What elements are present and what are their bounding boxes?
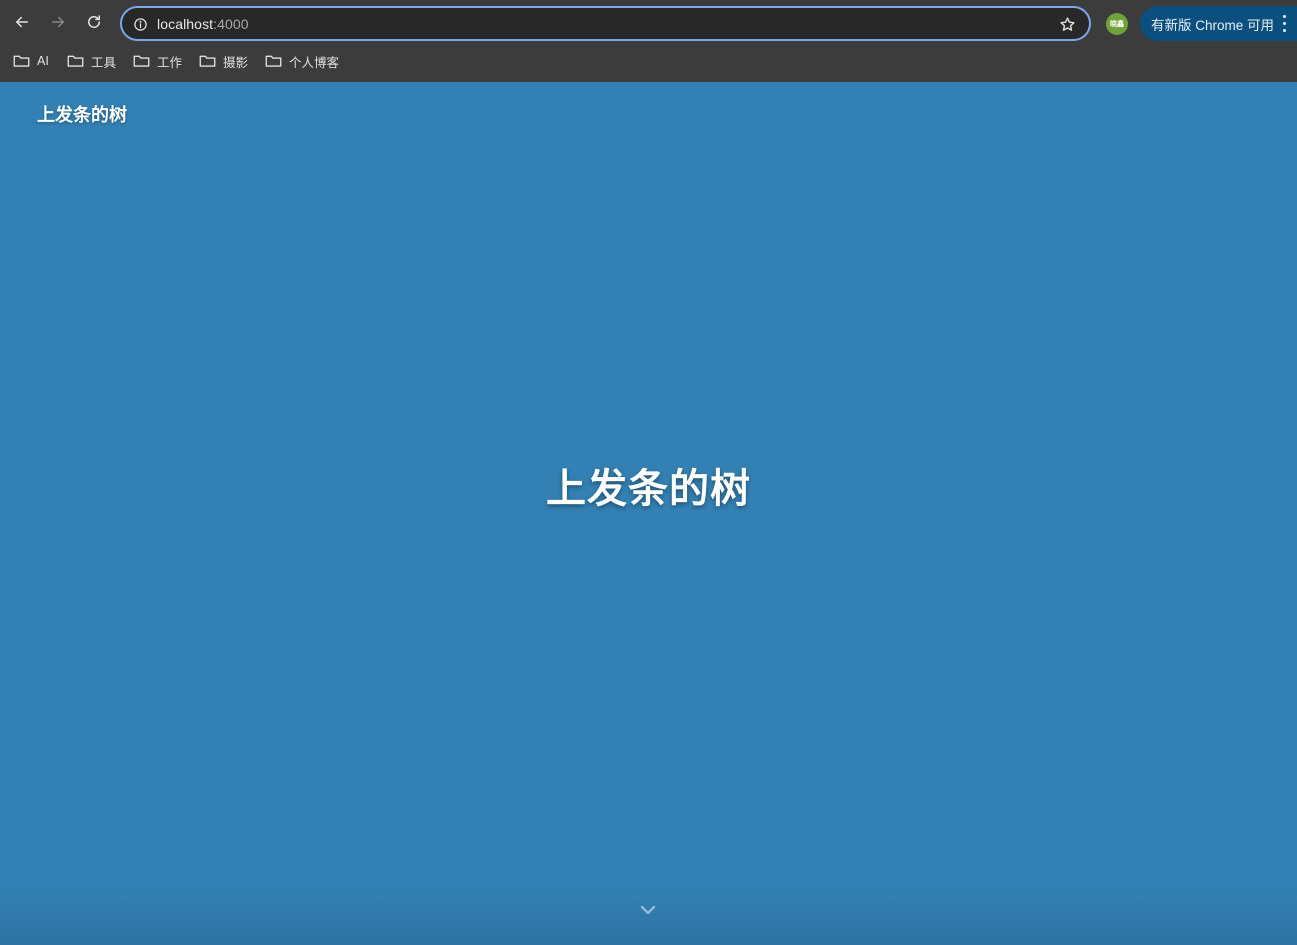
- reload-icon: [88, 15, 100, 28]
- hero-title: 上发条的树: [546, 467, 751, 511]
- url-port: :4000: [213, 16, 249, 32]
- bookmark-folder-ai[interactable]: AI: [13, 49, 49, 73]
- bookmark-folder-photography[interactable]: 摄影: [199, 49, 248, 73]
- address-bar[interactable]: localhost:4000: [120, 6, 1091, 41]
- folder-icon: [67, 55, 84, 67]
- bookmark-label: 工作: [157, 55, 183, 70]
- bookmark-folder-work[interactable]: 工作: [133, 49, 182, 73]
- star-icon: [1059, 16, 1075, 31]
- folder-icon: [133, 55, 150, 67]
- update-label: 有新版 Chrome 可用: [1151, 17, 1275, 33]
- arrow-right-icon: [52, 16, 64, 28]
- folder-icon: [199, 55, 216, 67]
- url-text[interactable]: localhost:4000: [157, 16, 249, 32]
- bookmark-folder-tools[interactable]: 工具: [67, 49, 116, 73]
- url-host: localhost: [157, 16, 214, 32]
- profile-avatar[interactable]: 晓鑫: [1106, 13, 1128, 35]
- chrome-update-button[interactable]: 有新版 Chrome 可用: [1140, 6, 1297, 41]
- site-info-button[interactable]: [131, 15, 149, 33]
- folder-icon: [265, 55, 282, 67]
- bookmark-label: 工具: [91, 55, 117, 70]
- forward-button[interactable]: [44, 8, 72, 36]
- browser-chrome: localhost:4000 晓鑫 有新版 Chrome 可用 AI 工具 工作…: [0, 0, 1297, 82]
- browser-toolbar: localhost:4000 晓鑫 有新版 Chrome 可用: [0, 0, 1297, 46]
- web-page: 上发条的树 上发条的树: [0, 82, 1297, 945]
- bookmark-label: AI: [37, 54, 49, 68]
- bookmark-folder-blog[interactable]: 个人博客: [265, 49, 339, 73]
- site-header-title[interactable]: 上发条的树: [37, 101, 127, 127]
- back-button[interactable]: [8, 8, 36, 36]
- bookmark-star-button[interactable]: [1057, 14, 1077, 34]
- bookmark-label: 摄影: [223, 55, 249, 70]
- kebab-menu-icon[interactable]: [1279, 15, 1289, 32]
- bookmarks-bar: AI 工具 工作 摄影 个人博客: [0, 49, 1297, 73]
- arrow-left-icon: [16, 16, 28, 28]
- bottom-shade: [0, 885, 1297, 945]
- info-icon: [133, 17, 147, 31]
- folder-icon: [13, 55, 30, 67]
- bookmark-label: 个人博客: [289, 55, 340, 70]
- reload-button[interactable]: [80, 8, 108, 36]
